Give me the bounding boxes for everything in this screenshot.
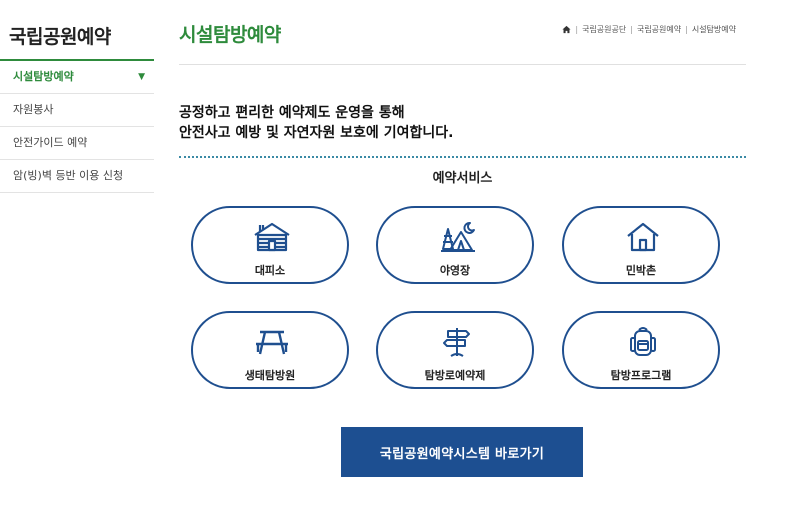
- signpost-icon: [443, 328, 470, 357]
- tent-icon: [441, 222, 475, 252]
- sidebar-item-label: 자원봉사: [13, 103, 54, 116]
- breadcrumb-separator: |: [630, 25, 633, 34]
- reservation-system-button[interactable]: 국립공원예약시스템 바로가기: [341, 427, 583, 477]
- breadcrumb-separator: |: [575, 25, 579, 34]
- intro-text: 공정하고 편리한 예약제도 운영을 통해 안전사고 예방 및 자연자원 보호에 …: [179, 103, 453, 143]
- service-trail-reservation-button[interactable]: 탐방로예약제: [376, 311, 534, 389]
- breadcrumb-item-current: 시설탐방예약: [691, 25, 736, 34]
- breadcrumb: | 국립공원공단 | 국립공원예약 | 시설탐방예약: [562, 24, 736, 35]
- sidebar-item-facility-reservation[interactable]: 시설탐방예약 ▼: [0, 61, 154, 94]
- breadcrumb-item[interactable]: 국립공원공단: [582, 24, 626, 35]
- service-program-button[interactable]: 탐방프로그램: [562, 311, 720, 389]
- page-title: 시설탐방예약: [179, 24, 281, 46]
- services-title: 예약서비스: [432, 171, 493, 186]
- service-label: 야영장: [439, 264, 471, 277]
- service-label: 대피소: [254, 264, 286, 277]
- divider: [179, 64, 746, 65]
- service-label: 탐방로예약제: [424, 369, 486, 382]
- sidebar-item-rock-climbing[interactable]: 암(빙)벽 등반 이용 신청: [0, 160, 154, 193]
- sidebar-item-volunteer[interactable]: 자원봉사: [0, 94, 154, 127]
- sidebar-item-safety-guide[interactable]: 안전가이드 예약: [0, 127, 154, 160]
- picnic-table-icon: [256, 330, 288, 355]
- service-label: 민박촌: [625, 264, 657, 277]
- sidebar: 국립공원예약 시설탐방예약 ▼ 자원봉사 안전가이드 예약 암(빙)벽 등반 이…: [0, 0, 154, 193]
- service-label: 탐방프로그램: [610, 369, 672, 382]
- house-icon: [627, 222, 659, 252]
- sidebar-item-label: 시설탐방예약: [13, 70, 74, 83]
- sidebar-item-label: 안전가이드 예약: [13, 136, 88, 149]
- sidebar-item-label: 암(빙)벽 등반 이용 신청: [13, 169, 124, 182]
- cabin-icon: [254, 222, 290, 252]
- service-label: 생태탐방원: [244, 369, 296, 382]
- breadcrumb-separator: |: [685, 25, 688, 34]
- service-campground-button[interactable]: 야영장: [376, 206, 534, 284]
- home-icon[interactable]: [562, 25, 571, 34]
- sidebar-title: 국립공원예약: [0, 0, 154, 61]
- service-minbak-button[interactable]: 민박촌: [562, 206, 720, 284]
- dotted-divider: [179, 156, 746, 158]
- service-shelter-button[interactable]: 대피소: [191, 206, 349, 284]
- intro-line: 공정하고 편리한 예약제도 운영을 통해: [179, 105, 405, 121]
- breadcrumb-item[interactable]: 국립공원예약: [637, 24, 681, 35]
- intro-line: 안전사고 예방 및 자연자원 보호에 기여합니다.: [179, 125, 454, 141]
- backpack-icon: [630, 327, 656, 356]
- service-eco-center-button[interactable]: 생태탐방원: [191, 311, 349, 389]
- chevron-down-icon: ▼: [138, 72, 145, 82]
